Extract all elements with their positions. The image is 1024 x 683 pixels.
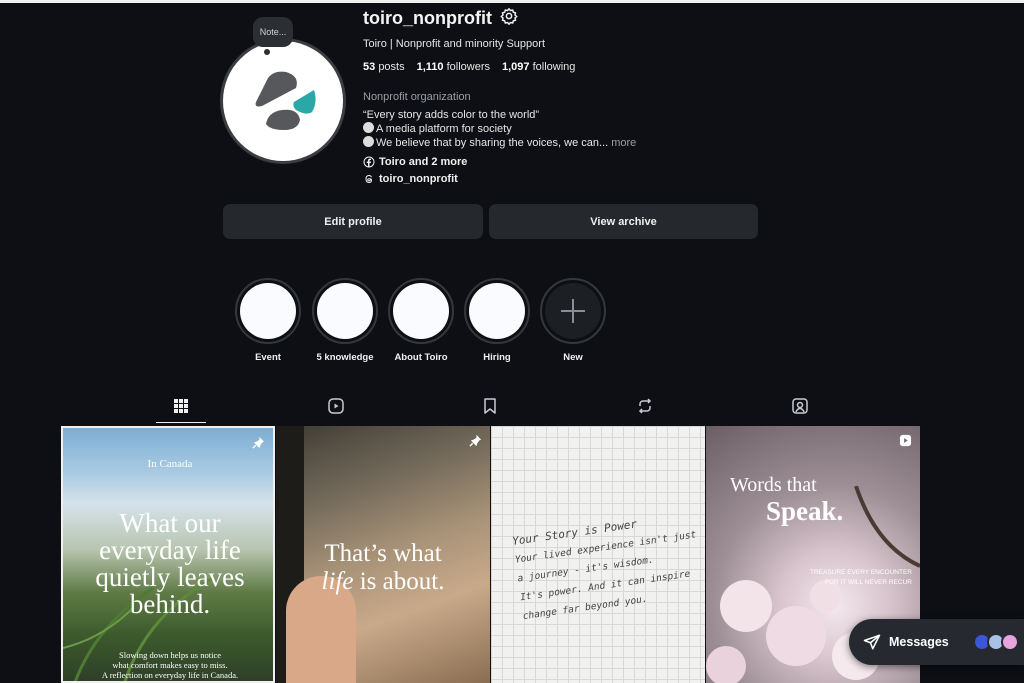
- reels-icon: [328, 398, 344, 414]
- white-circle-emoji-icon: [363, 122, 374, 133]
- bookmark-icon: [484, 398, 496, 414]
- plus-icon: [561, 299, 585, 323]
- post-caption: Slowing down helps us notice what comfort…: [101, 650, 239, 680]
- note-bubble-tail: [264, 49, 270, 55]
- highlight-cover: [317, 283, 373, 339]
- profile-avatar[interactable]: [220, 38, 348, 164]
- toiro-logo: [223, 41, 343, 161]
- username-row: toiro_nonprofit: [363, 7, 518, 30]
- highlight-label: Event: [255, 352, 281, 363]
- threads-link[interactable]: toiro_nonprofit: [363, 173, 458, 185]
- username: toiro_nonprofit: [363, 8, 492, 28]
- avatar-ring: [220, 38, 346, 164]
- posts-stat: 53 posts: [363, 61, 405, 73]
- post-tile[interactable]: Your Story is Power Your lived experienc…: [491, 426, 705, 683]
- post-title: That’s what life is about.: [321, 540, 445, 595]
- profile-category: Nonprofit organization: [363, 91, 471, 103]
- full-name: Toiro | Nonprofit and minority Support: [363, 38, 545, 50]
- tab-reels[interactable]: [326, 396, 346, 416]
- messages-button[interactable]: Messages: [849, 619, 1024, 665]
- tab-posts[interactable]: [171, 396, 191, 416]
- highlight-label: New: [563, 352, 583, 363]
- highlight-event[interactable]: Event: [235, 278, 301, 363]
- threads-icon: [365, 174, 373, 184]
- settings-gear-icon[interactable]: [500, 7, 518, 30]
- tab-saved[interactable]: [480, 396, 500, 416]
- bio-line: “Every story adds color to the world”: [363, 109, 540, 121]
- facebook-link[interactable]: Toiro and 2 more: [363, 156, 467, 168]
- highlight-cover: [469, 283, 525, 339]
- bio-line: A media platform for society: [363, 122, 636, 136]
- edit-profile-button[interactable]: Edit profile: [223, 204, 483, 239]
- pin-icon: [469, 434, 482, 447]
- post-subtitle: TREASURE EVERY ENCOUNTER FOR IT WILL NEVE…: [810, 569, 912, 586]
- highlight-label: Hiring: [483, 352, 511, 363]
- profile-bio: “Every story adds color to the world” A …: [363, 108, 636, 150]
- tab-tagged[interactable]: [790, 396, 810, 416]
- message-avatars: [973, 633, 1019, 651]
- highlight-label: About Toiro: [394, 352, 448, 363]
- reel-icon: [899, 434, 912, 447]
- send-icon: [863, 634, 881, 650]
- post-tile[interactable]: In Canada What our everyday life quietly l…: [61, 426, 275, 683]
- handwritten-note: Your Story is Power Your lived experienc…: [511, 517, 697, 623]
- bio-line: We believe that by sharing the voices, w…: [363, 136, 636, 150]
- messages-label: Messages: [889, 635, 949, 649]
- white-circle-emoji-icon: [363, 136, 374, 147]
- bio-more-link[interactable]: more: [611, 137, 636, 149]
- highlight-cover: [240, 283, 296, 339]
- repost-icon: [638, 398, 652, 414]
- followers-stat[interactable]: 1,110 followers: [417, 61, 490, 73]
- facebook-icon: [363, 156, 375, 168]
- tab-reposts[interactable]: [635, 396, 655, 416]
- avatar: [1001, 633, 1019, 651]
- new-highlight-button[interactable]: New: [540, 278, 606, 363]
- post-title: What our everyday life quietly leaves behin…: [95, 508, 245, 619]
- highlight-label: 5 knowledge: [316, 352, 374, 363]
- highlight-about-toiro[interactable]: About Toiro: [388, 278, 454, 363]
- active-tab-indicator: [156, 422, 206, 423]
- highlight-cover: [393, 283, 449, 339]
- profile-stats: 53 posts 1,110 followers 1,097 following: [363, 61, 575, 73]
- post-location-text: In Canada: [147, 458, 193, 470]
- highlight-5-knowledge[interactable]: 5 knowledge: [312, 278, 378, 363]
- post-title: Words that: [730, 474, 817, 496]
- following-stat[interactable]: 1,097 following: [502, 61, 575, 73]
- note-bubble[interactable]: Note...: [253, 17, 293, 47]
- post-tile[interactable]: That’s what life is about.: [276, 426, 490, 683]
- post-title: Speak.: [766, 496, 844, 526]
- highlight-hiring[interactable]: Hiring: [464, 278, 530, 363]
- tagged-icon: [792, 398, 808, 414]
- pin-icon: [252, 436, 265, 449]
- view-archive-button[interactable]: View archive: [489, 204, 758, 239]
- grid-icon: [174, 399, 188, 413]
